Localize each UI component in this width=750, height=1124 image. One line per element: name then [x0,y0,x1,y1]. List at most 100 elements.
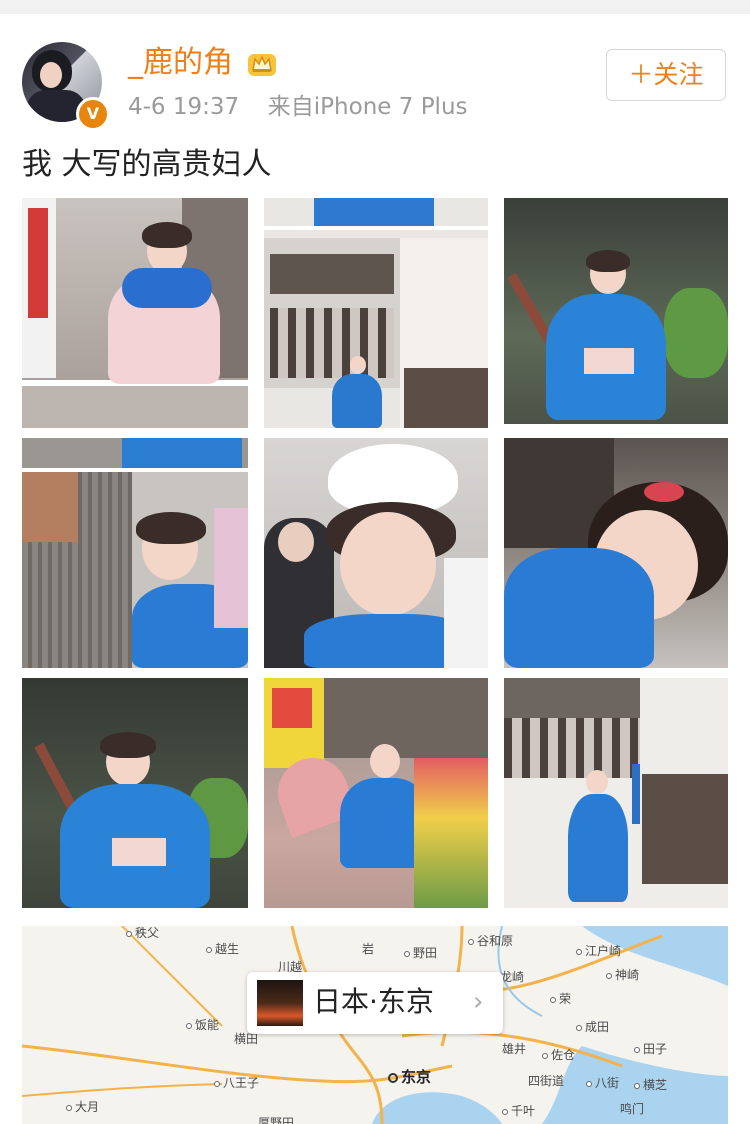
kimono-shape [332,374,382,428]
post-source: 来自iPhone 7 Plus [267,94,468,120]
chevron-right-icon: › [473,987,484,1017]
photo-7[interactable] [22,678,248,908]
map-city: 大月 [66,1100,99,1114]
city-dot-icon [634,1046,640,1053]
photo-9[interactable] [504,678,728,908]
map-city: 八王子 [214,1076,259,1090]
kimono-strip-shape [122,438,242,468]
lattice-shape [504,718,640,778]
sleeve-shape [122,268,212,308]
eave-shape [504,678,640,718]
hair-ornament-shape [644,482,684,502]
location-card[interactable]: 日本·东京 › [247,972,503,1034]
map-city: 鸣门 [620,1102,645,1116]
person-hair-shape [142,222,192,248]
building-shape [324,678,488,758]
photo-8[interactable] [264,678,488,908]
kimono-shape [568,794,628,902]
tulip-bed-shape [414,758,488,908]
map-city: 四街道 [528,1074,565,1088]
photo-1[interactable] [22,198,248,428]
door-shape [642,774,728,884]
person-head-shape [586,770,608,794]
person-head-shape [350,356,366,374]
photo-4[interactable] [22,438,248,668]
map-capital: 东京 [388,1066,431,1087]
location-label: 日本·东京 [313,985,434,1018]
city-dot-icon [502,1108,508,1115]
city-dot-icon [186,1022,192,1029]
crown-icon [248,54,276,76]
map-city: 神崎 [606,968,639,982]
map-city: 八街 [586,1076,619,1090]
person-hair-shape [586,250,630,272]
verified-icon: V [76,97,110,131]
city-dot-icon [542,1052,548,1059]
door-shape [404,368,488,428]
lattice-shape [270,308,394,378]
post-text: 我 大写的高贵妇人 [22,147,272,182]
capital-dot-icon [388,1072,398,1083]
city-dot-icon [586,1080,592,1087]
post-meta: 4-6 19:37 来自iPhone 7 Plus [128,92,468,122]
city-dot-icon [634,1082,640,1089]
city-dot-icon [606,972,612,979]
lantern-shape [444,558,488,668]
photo-2[interactable] [264,198,488,428]
map-city: 越生 [206,942,239,956]
person-head-shape [370,744,400,778]
photo-5[interactable] [264,438,488,668]
kimono-strip-shape [314,198,434,226]
map-city: 龙崎 [500,970,525,984]
map-city: 岩 [362,942,375,956]
sign-red-shape [272,688,312,728]
city-dot-icon [214,1080,220,1087]
photo-gap [264,226,488,230]
map-city: 成田 [576,1020,609,1034]
window-shape [270,254,394,294]
location-thumbnail [257,980,303,1026]
map-city: 佐仓 [542,1048,575,1062]
map-city: 横芝 [634,1078,667,1092]
obi-shape [112,838,166,866]
person-head-shape [340,512,436,616]
post-timestamp: 4-6 19:37 [128,94,240,120]
person-hair-shape [136,512,206,544]
city-dot-icon [206,946,212,953]
map-city: 厚野田 [258,1116,295,1124]
obi-shape [584,348,634,374]
bush-shape [664,288,728,378]
map-city: 田子 [634,1042,667,1056]
map-city: 雄井 [502,1042,527,1056]
street-strip-shape [22,386,248,428]
map-city: 饭能 [186,1018,219,1032]
city-dot-icon [66,1104,72,1111]
city-dot-icon [576,1024,582,1031]
city-dot-icon [576,948,582,955]
map-city: 荣 [550,992,571,1006]
city-dot-icon [404,950,410,957]
username[interactable]: _鹿的角 [128,45,233,81]
city-dot-icon [468,938,474,945]
city-dot-icon [550,996,556,1003]
kimono-shape [504,548,654,668]
photo-3[interactable] [504,198,728,428]
bystander-head-shape [278,522,314,562]
signpost-shape [632,764,640,824]
map-city: 秩父 [126,926,159,940]
avatar-face-shape [40,62,62,88]
follow-button[interactable]: ＋关注 [606,49,726,101]
photo-6[interactable] [504,438,728,668]
map-city: 江户崎 [576,944,621,958]
sign-red-shape [28,208,48,318]
photo-gap [504,424,728,428]
map-city: 谷和原 [468,934,513,948]
map-city: 野田 [404,946,437,960]
map-city: 横田 [234,1032,259,1046]
city-dot-icon [126,930,132,937]
flower-shape [214,508,248,628]
top-divider-bar [0,0,750,14]
person-hair-shape [100,732,156,758]
roof-shape [22,472,78,542]
map-city: 千叶 [502,1104,535,1118]
